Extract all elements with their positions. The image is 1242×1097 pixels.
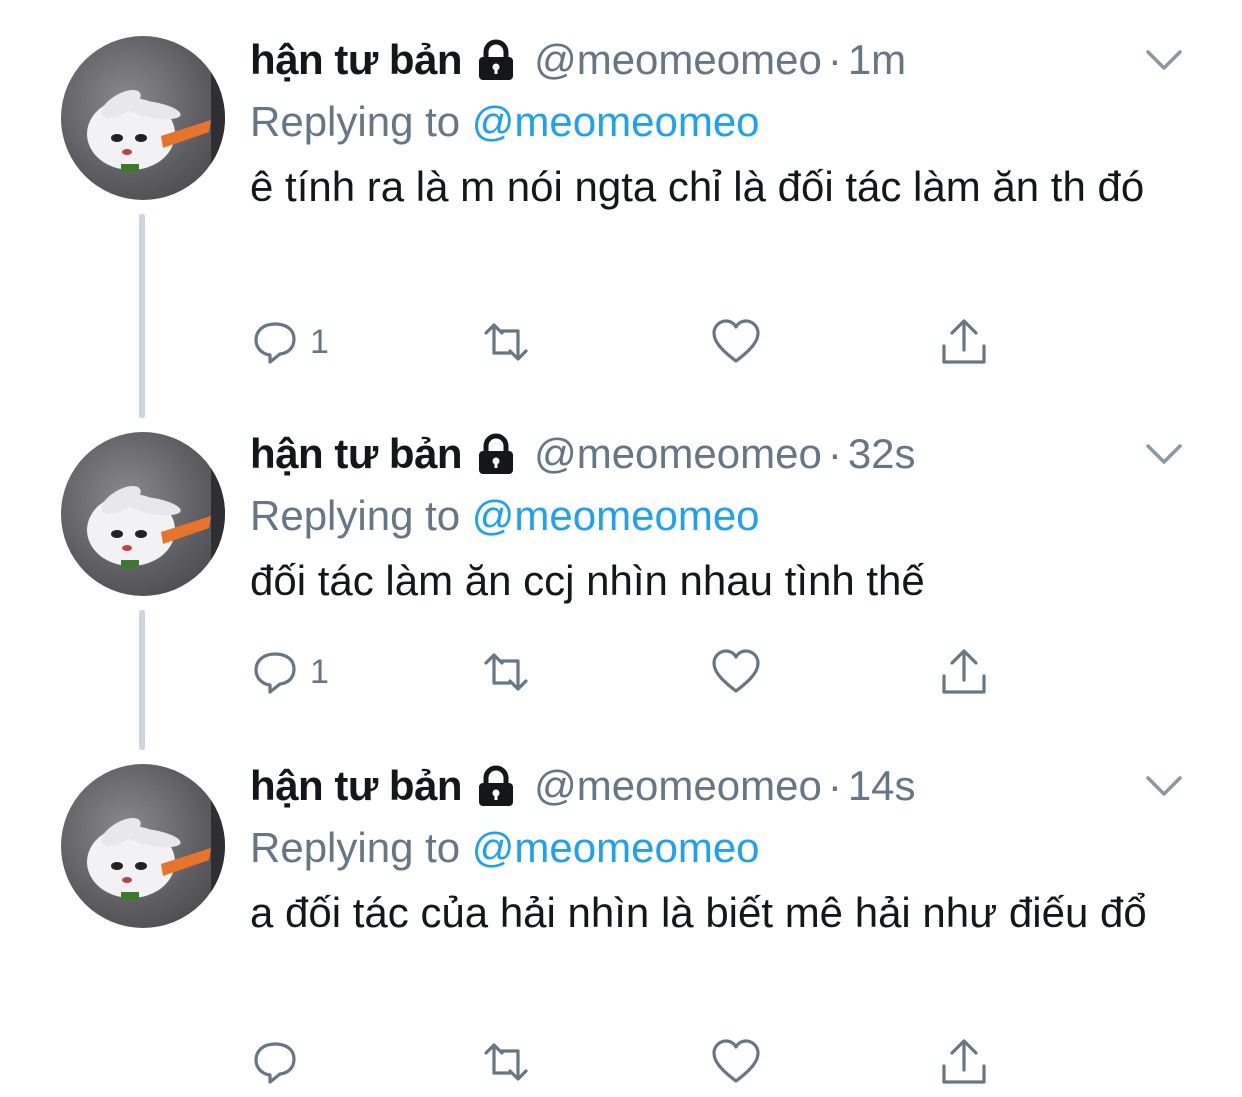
chevron-down-icon[interactable] [1142, 766, 1186, 806]
retweet-icon [484, 1043, 528, 1081]
tweet-text: đối tác làm ăn ccj nhìn nhau tình thế [250, 557, 925, 604]
timestamp[interactable]: 32s [848, 424, 916, 484]
tweet-header: hận tư bản @meomeomeo · 32s [250, 424, 916, 484]
display-name[interactable]: hận tư bản [250, 424, 463, 484]
avatar[interactable] [61, 36, 225, 200]
replying-to: Replying to @meomeomeo [250, 818, 760, 878]
tweet-actions: 1 [250, 312, 1010, 372]
retweet-button[interactable] [476, 642, 536, 702]
timestamp[interactable]: 14s [848, 756, 916, 816]
chevron-down-icon[interactable] [1142, 434, 1186, 474]
tweet[interactable]: hận tư bản @meomeomeo · 14s Replying to … [0, 756, 1242, 1096]
avatar[interactable] [61, 432, 225, 596]
replying-label: Replying to [250, 98, 461, 145]
separator-dot: · [827, 36, 842, 83]
timestamp[interactable]: 1m [848, 30, 906, 90]
like-button[interactable] [710, 642, 762, 702]
lock-icon [474, 38, 518, 82]
replying-mention[interactable]: @meomeomeo [472, 98, 760, 145]
chevron-down-icon[interactable] [1142, 40, 1186, 80]
tweet-header: hận tư bản @meomeomeo · 1m [250, 30, 906, 90]
share-button[interactable] [938, 312, 990, 372]
share-button[interactable] [938, 642, 990, 702]
heart-icon [712, 649, 760, 693]
like-button[interactable] [710, 312, 762, 372]
share-icon [942, 319, 986, 364]
replying-mention[interactable]: @meomeomeo [472, 824, 760, 871]
reply-button[interactable] [250, 1032, 310, 1092]
heart-icon [712, 1039, 760, 1083]
reply-count: 1 [310, 322, 329, 361]
reply-icon [254, 322, 296, 364]
heart-icon [712, 319, 760, 363]
lock-icon [474, 432, 518, 476]
tweet-actions: 1 [250, 642, 1010, 702]
replying-label: Replying to [250, 824, 461, 871]
retweet-icon [484, 653, 528, 691]
separator-dot: · [827, 430, 842, 477]
user-handle[interactable]: @meomeomeo [534, 756, 822, 816]
reply-icon [254, 652, 296, 694]
separator-dot: · [827, 762, 842, 809]
replying-to: Replying to @meomeomeo [250, 92, 760, 152]
reply-icon [254, 1042, 296, 1084]
replying-to: Replying to @meomeomeo [250, 486, 760, 546]
tweet-text: a đối tác của hải nhìn là biết mê hải nh… [250, 889, 1147, 936]
retweet-icon [484, 323, 528, 361]
tweet-text: ê tính ra là m nói ngta chỉ là đối tác l… [250, 163, 1145, 210]
share-icon [942, 649, 986, 694]
user-handle[interactable]: @meomeomeo [534, 30, 822, 90]
avatar[interactable] [61, 764, 225, 928]
reply-button[interactable]: 1 [250, 312, 329, 372]
tweet[interactable]: hận tư bản @meomeomeo · 1m Replying to @… [0, 30, 1242, 390]
reply-button[interactable]: 1 [250, 642, 329, 702]
retweet-button[interactable] [476, 312, 536, 372]
display-name[interactable]: hận tư bản [250, 756, 463, 816]
replying-label: Replying to [250, 492, 461, 539]
retweet-button[interactable] [476, 1032, 536, 1092]
bunny-avatar-image [87, 764, 225, 928]
bunny-avatar-image [87, 432, 225, 596]
tweet-header: hận tư bản @meomeomeo · 14s [250, 756, 916, 816]
tweet[interactable]: hận tư bản @meomeomeo · 32s Replying to … [0, 424, 1242, 724]
replying-mention[interactable]: @meomeomeo [472, 492, 760, 539]
share-button[interactable] [938, 1032, 990, 1092]
user-handle[interactable]: @meomeomeo [534, 424, 822, 484]
tweet-actions [250, 1032, 1010, 1092]
display-name[interactable]: hận tư bản [250, 30, 463, 90]
like-button[interactable] [710, 1032, 762, 1092]
bunny-avatar-image [87, 36, 225, 200]
lock-icon [474, 764, 518, 808]
reply-count: 1 [310, 652, 329, 691]
share-icon [942, 1039, 986, 1084]
